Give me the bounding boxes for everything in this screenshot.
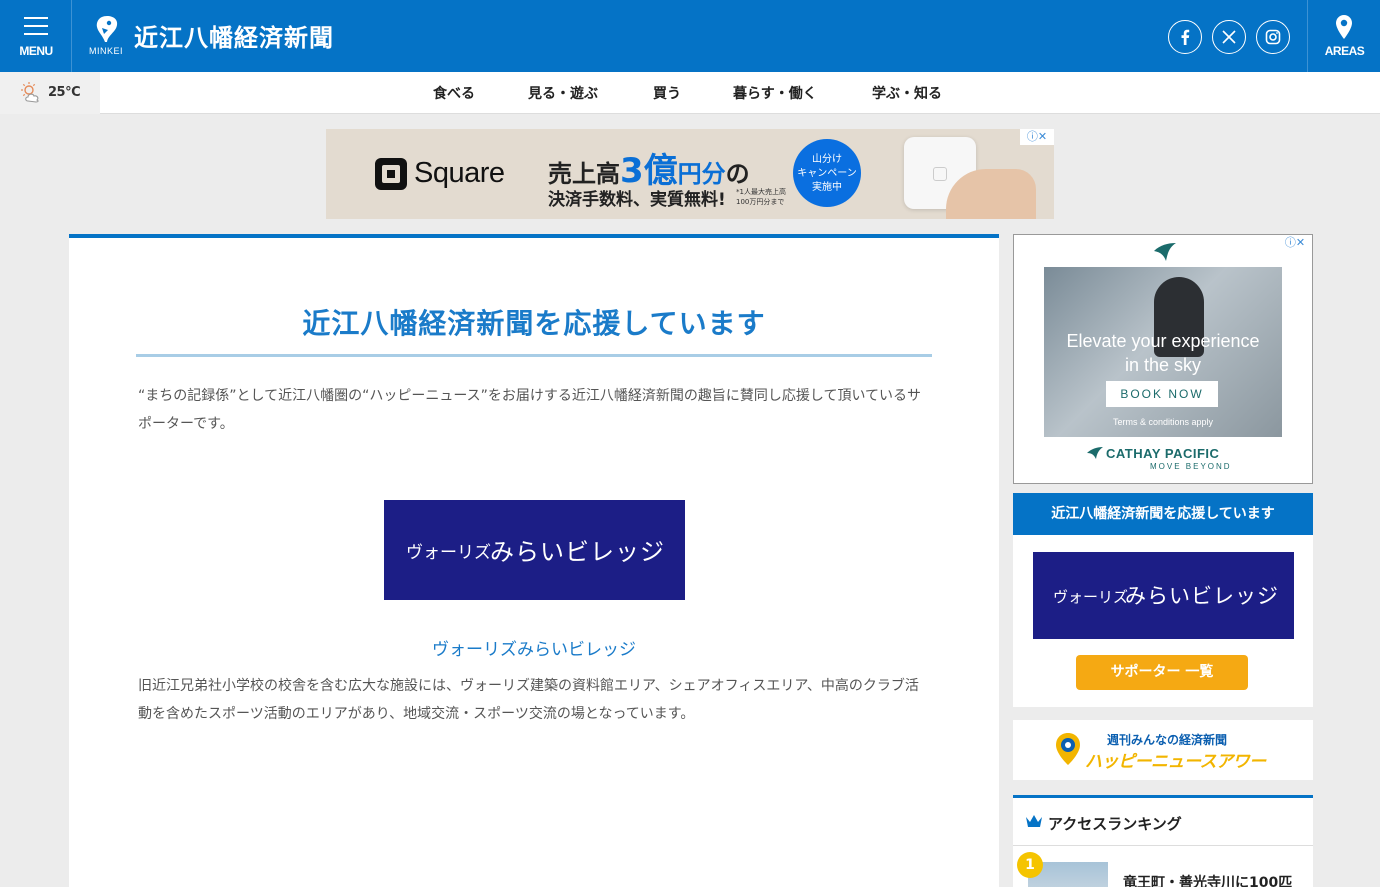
nav-item-eat[interactable]: 食べる — [433, 83, 475, 103]
sidebar-supporter-banner[interactable]: ヴォーリズ みらいビレッジ — [1033, 552, 1294, 639]
ranking-item-title[interactable]: 竜王町・善光寺川に100匹 — [1123, 872, 1292, 887]
site-logo[interactable]: MINKEI 近江八幡経済新聞 — [86, 14, 356, 60]
ad-footnote: *1人最大売上高100万円分まで — [736, 188, 786, 206]
happy-news-line1: 週刊みんなの経済新聞 — [1107, 733, 1228, 747]
weather-temperature: 25°C — [48, 85, 81, 100]
hamburger-icon — [24, 17, 48, 41]
location-pin-icon — [1336, 15, 1352, 39]
crown-icon — [1026, 815, 1042, 827]
category-nav: 25°C 食べる 見る・遊ぶ 買う 暮らす・働く 学ぶ・知る — [0, 72, 1380, 114]
ranking-header: アクセスランキング — [1013, 798, 1313, 846]
facebook-icon — [1181, 29, 1190, 45]
minkei-bird-icon — [96, 16, 118, 42]
cathay-ad[interactable]: Elevate your experience in the sky BOOK … — [1013, 234, 1313, 484]
ranking-number-badge: 1 — [1017, 852, 1043, 878]
nav-item-see-play[interactable]: 見る・遊ぶ — [528, 83, 598, 103]
supporter-description: 旧近江兄弟社小学校の校舎を含む広大な施設には、ヴォーリズ建築の資料館エリア、シェ… — [138, 678, 919, 722]
map-pin-icon — [1056, 733, 1080, 765]
intro-text: “まちの記録係”として近江八幡圏の“ハッピーニュース”をお届けする近江八幡経済新… — [138, 388, 922, 432]
title-divider — [136, 354, 932, 357]
cathay-tagline: MOVE BEYOND — [1150, 462, 1232, 471]
square-brand: Square — [414, 157, 505, 189]
nav-item-buy[interactable]: 買う — [653, 83, 681, 103]
sun-cloud-icon — [21, 82, 39, 103]
happy-news-hour-banner[interactable]: 週刊みんなの経済新聞 ハッピーニュースアワー — [1013, 720, 1313, 780]
ad-choices-close[interactable]: ⓘ✕ — [1278, 235, 1312, 251]
happy-news-line2: ハッピーニュースアワー — [1085, 752, 1266, 772]
cathay-brand: CATHAY PACIFIC — [1106, 446, 1220, 461]
cathay-logo-icon — [1087, 447, 1103, 459]
site-title: 近江八幡経済新聞 — [134, 24, 334, 52]
ad-choices-close[interactable]: ⓘ✕ — [1020, 129, 1054, 145]
cathay-wing-icon — [1154, 243, 1176, 261]
ranking-title: アクセスランキング — [1048, 815, 1182, 833]
book-now-button[interactable]: BOOK NOW — [1106, 381, 1218, 407]
supporter-list-button[interactable]: サポーター 一覧 — [1076, 655, 1248, 690]
ad-subline: 決済手数料、実質無料! — [548, 190, 726, 210]
instagram-icon — [1265, 29, 1281, 45]
areas-button[interactable]: AREAS — [1307, 0, 1380, 72]
sidebar-support-title: 近江八幡経済新聞を応援しています — [1013, 493, 1313, 535]
supporter-name-link[interactable]: ヴォーリズみらいビレッジ — [69, 635, 999, 660]
sidebar-supporters: 近江八幡経済新聞を応援しています ヴォーリズ みらいビレッジ サポーター 一覧 — [1013, 493, 1313, 707]
weather-widget: 25°C — [0, 72, 100, 114]
nav-item-live-work[interactable]: 暮らす・働く — [733, 83, 817, 103]
x-icon — [1222, 30, 1236, 44]
x-link[interactable] — [1212, 20, 1246, 54]
areas-label: AREAS — [1324, 44, 1365, 58]
facebook-link[interactable] — [1168, 20, 1202, 54]
campaign-badge: 山分け キャンペーン 実施中 — [793, 139, 861, 207]
ad-photo: Elevate your experience in the sky BOOK … — [1044, 267, 1282, 437]
page-title: 近江八幡経済新聞を応援しています — [302, 307, 766, 340]
main-content: 近江八幡経済新聞を応援しています “まちの記録係”として近江八幡圏の“ハッピーニ… — [69, 234, 999, 887]
menu-button[interactable]: MENU — [0, 0, 72, 72]
site-header: MENU MINKEI 近江八幡経済新聞 AREAS — [0, 0, 1380, 72]
instagram-link[interactable] — [1256, 20, 1290, 54]
square-logo-icon — [375, 158, 407, 190]
supporter-banner[interactable]: ヴォーリズ みらいビレッジ — [384, 500, 685, 600]
access-ranking: アクセスランキング 1 竜王町・善光寺川に100匹 — [1013, 795, 1313, 887]
logo-subtext: MINKEI — [88, 46, 123, 56]
nav-item-learn-know[interactable]: 学ぶ・知る — [872, 83, 942, 103]
menu-label: MENU — [19, 44, 53, 58]
square-ad-banner[interactable]: Square 売上高3億円分の 決済手数料、実質無料! *1人最大売上高100万… — [326, 129, 1054, 219]
